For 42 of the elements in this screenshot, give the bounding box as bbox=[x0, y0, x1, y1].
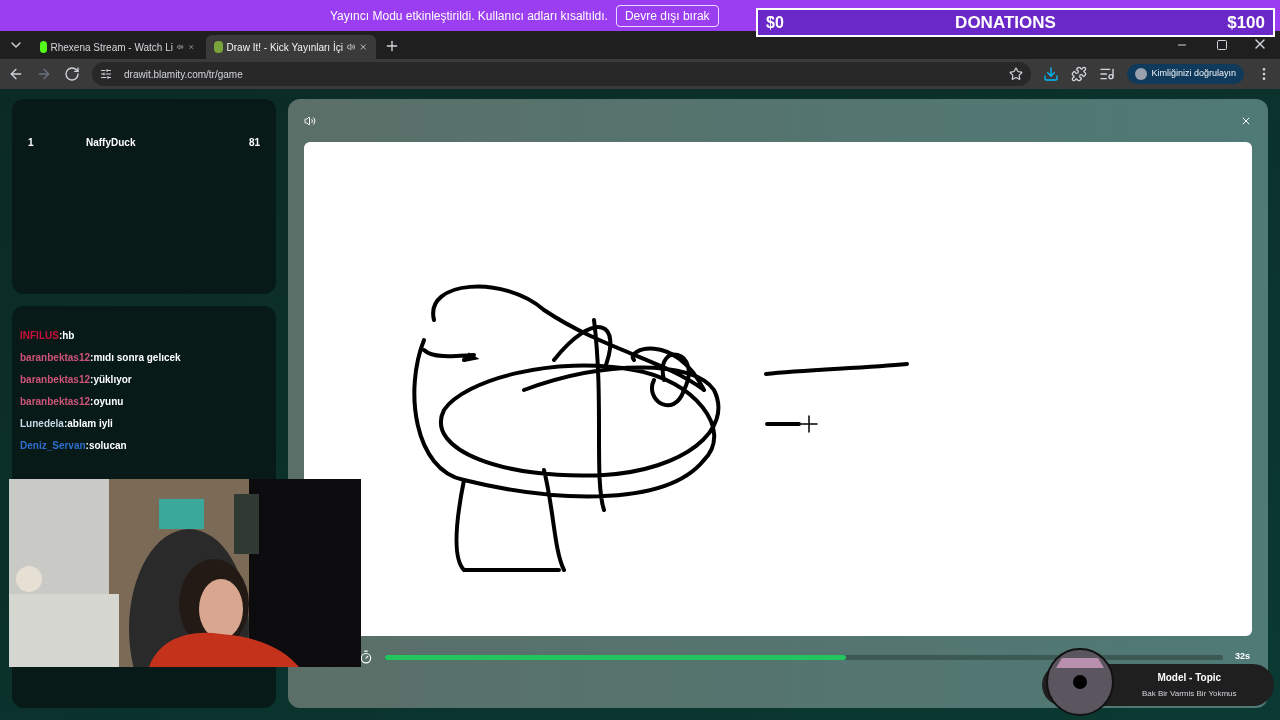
donations-goal: $100 bbox=[1227, 11, 1265, 34]
extensions-icon[interactable] bbox=[1071, 66, 1088, 82]
speaker-icon bbox=[346, 41, 356, 53]
disable-button[interactable]: Devre dışı bırak bbox=[615, 4, 719, 27]
track-subtitle: Bak Bir Varmis Bir Yokmus bbox=[1142, 688, 1237, 700]
profile-button[interactable]: Kimliğinizi doğrulayın bbox=[1127, 64, 1244, 84]
volume-icon[interactable] bbox=[304, 115, 316, 127]
browser-tab[interactable]: Rhexena Stream - Watch Li bbox=[32, 35, 202, 59]
drawing-canvas[interactable] bbox=[304, 142, 1252, 636]
avatar-icon bbox=[1135, 68, 1148, 80]
tab-title: Draw It! - Kick Yayınları İçi bbox=[226, 40, 343, 55]
chat-message: Lunedela:ablam iyli bbox=[20, 417, 114, 431]
reload-icon[interactable] bbox=[64, 66, 80, 82]
donations-title: DONATIONS bbox=[955, 11, 1056, 34]
new-tab-icon[interactable] bbox=[384, 38, 400, 54]
tab-title: Rhexena Stream - Watch Li bbox=[50, 40, 173, 55]
player-name: NaffyDuck bbox=[86, 136, 137, 150]
favicon-icon bbox=[40, 41, 47, 53]
rank-number: 1 bbox=[28, 136, 35, 150]
site-settings-icon[interactable] bbox=[100, 68, 112, 80]
chat-message: Deniz_Servan:solucan bbox=[20, 439, 128, 453]
timer-icon bbox=[359, 650, 373, 664]
media-icon[interactable] bbox=[1099, 66, 1116, 82]
maximize-icon[interactable] bbox=[1216, 39, 1228, 51]
player-score: 81 bbox=[248, 136, 260, 150]
album-disc-icon bbox=[1046, 648, 1114, 716]
track-title: Model - Topic bbox=[1157, 671, 1222, 685]
chat-message: baranbektas12:yüklıyor bbox=[20, 373, 133, 387]
chat-message: baranbektas12:oyunu bbox=[20, 395, 125, 409]
speaker-icon bbox=[177, 41, 184, 53]
bookmark-star-icon[interactable] bbox=[1009, 67, 1024, 81]
back-icon[interactable] bbox=[8, 66, 24, 82]
chat-message: baranbektas12:mıdı sonra gelıcek bbox=[20, 351, 182, 365]
download-icon[interactable] bbox=[1043, 66, 1060, 82]
banner-message: Yayıncı Modu etkinleştirildi. Kullanıcı adları kısaltıldı. bbox=[330, 7, 608, 25]
browser-tab[interactable]: Draw It! - Kick Yayınları İçi bbox=[206, 35, 376, 59]
donations-start: $0 bbox=[766, 12, 784, 33]
chat-message: INFILUS:hb bbox=[20, 329, 76, 343]
url-text: drawit.blamity.com/tr/game bbox=[124, 67, 243, 82]
address-bar[interactable]: drawit.blamity.com/tr/game bbox=[92, 62, 1032, 86]
time-remaining: 32s bbox=[1234, 650, 1250, 664]
favicon-icon bbox=[214, 41, 223, 53]
